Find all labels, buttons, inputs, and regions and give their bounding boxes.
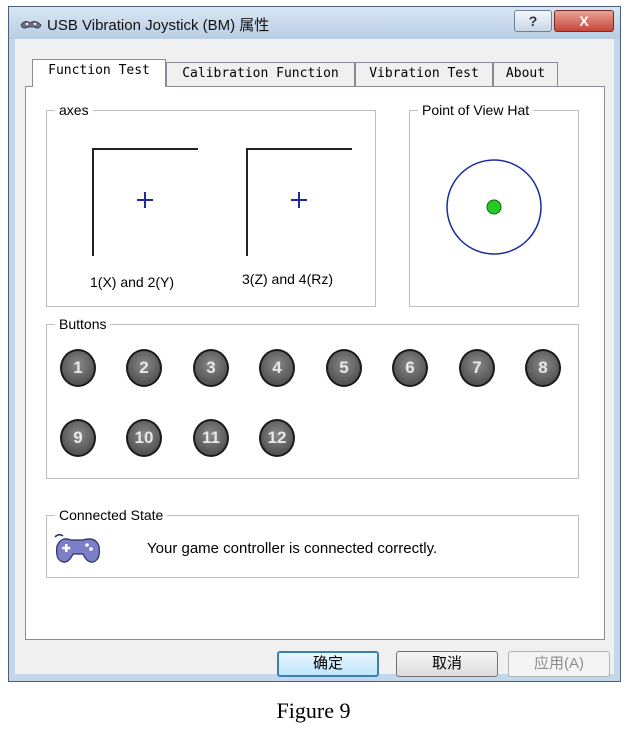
joystick-button-6: 6: [392, 349, 428, 387]
pov-hat-display: [446, 159, 542, 255]
crosshair-icon: [137, 192, 153, 208]
function-test-panel: axes 1(X) and 2(Y) 3(Z) and 4(Rz) Point …: [25, 86, 605, 640]
joystick-button-10: 10: [126, 419, 162, 457]
gamepad-icon: [54, 533, 100, 563]
joystick-button-3: 3: [193, 349, 229, 387]
axis-zrz-label: 3(Z) and 4(Rz): [242, 271, 334, 287]
joystick-button-2: 2: [126, 349, 162, 387]
axes-group: axes 1(X) and 2(Y) 3(Z) and 4(Rz): [46, 102, 376, 307]
joystick-button-5: 5: [326, 349, 362, 387]
axis-zrz-box: [246, 148, 352, 256]
axes-group-label: axes: [55, 102, 93, 118]
dialog-client: Function Test Calibration Function Vibra…: [15, 39, 614, 677]
connected-state-group-label: Connected State: [55, 507, 168, 523]
cancel-button[interactable]: 取消: [396, 651, 498, 677]
joystick-button-11: 11: [193, 419, 229, 457]
apply-button[interactable]: 应用(A): [508, 651, 610, 677]
joystick-button-8: 8: [525, 349, 561, 387]
crosshair-icon: [291, 192, 307, 208]
joystick-icon: [20, 21, 42, 29]
tab-calibration-function[interactable]: Calibration Function: [166, 62, 355, 86]
help-button[interactable]: ?: [514, 10, 552, 32]
title-bar[interactable]: USB Vibration Joystick (BM) 属性 ? X: [9, 7, 620, 39]
buttons-group-label: Buttons: [55, 316, 111, 332]
axis-xy-label: 1(X) and 2(Y): [90, 274, 175, 290]
axis-xy-box: [92, 148, 198, 256]
window-title: USB Vibration Joystick (BM) 属性: [47, 17, 270, 34]
figure-caption: Figure 9: [276, 698, 351, 723]
joystick-button-1: 1: [60, 349, 96, 387]
joystick-button-9: 9: [60, 419, 96, 457]
joystick-button-7: 7: [459, 349, 495, 387]
tab-function-test[interactable]: Function Test: [32, 59, 166, 87]
close-button[interactable]: X: [554, 10, 614, 32]
tab-about[interactable]: About: [493, 62, 558, 86]
tab-vibration-test[interactable]: Vibration Test: [355, 62, 493, 86]
pov-hat-group-label: Point of View Hat: [418, 102, 534, 118]
connection-status-message: Your game controller is connected correc…: [147, 540, 438, 557]
properties-window: USB Vibration Joystick (BM) 属性 ? X Funct…: [8, 6, 621, 682]
ok-button[interactable]: 确定: [277, 651, 379, 677]
pov-indicator: [486, 199, 502, 215]
buttons-group: Buttons 1 2 3 4 5 6 7 8 9 10 11 12: [46, 316, 579, 479]
pov-hat-group: Point of View Hat: [409, 102, 579, 307]
connected-state-group: Connected State Your game controller is …: [46, 507, 579, 578]
joystick-button-12: 12: [259, 419, 295, 457]
joystick-button-4: 4: [259, 349, 295, 387]
